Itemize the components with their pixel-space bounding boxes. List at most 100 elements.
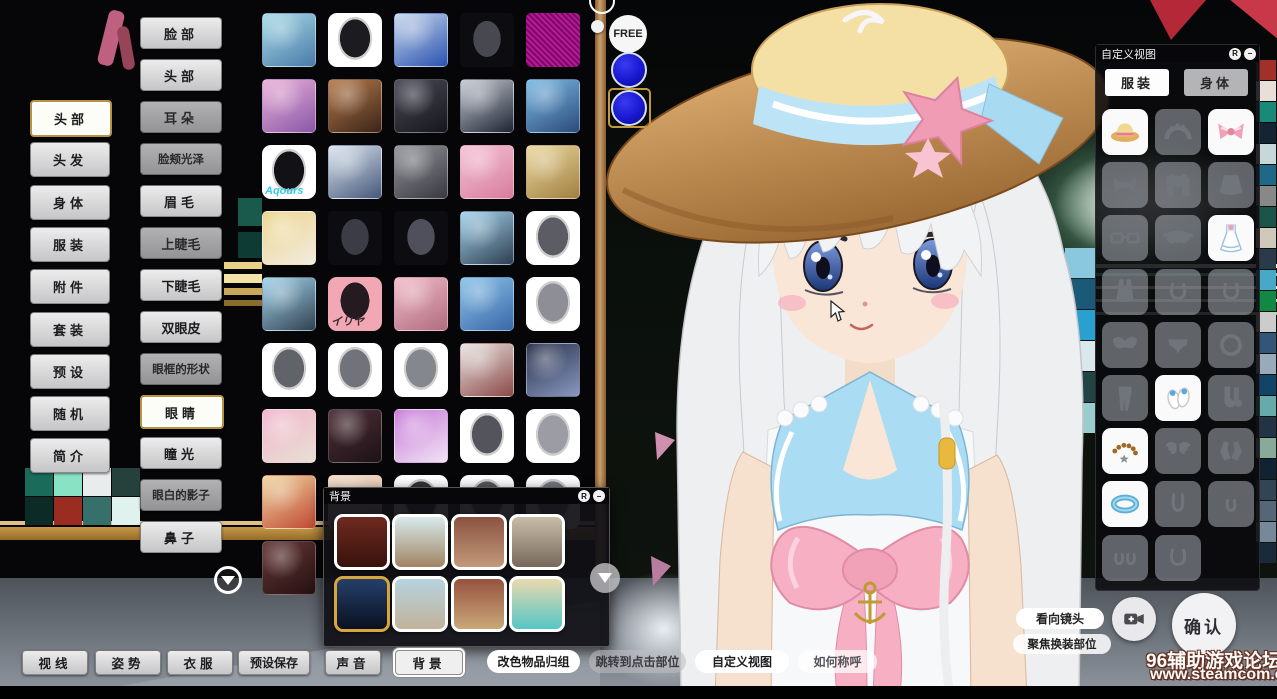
clothing-slot-gloves[interactable] bbox=[1208, 428, 1254, 474]
clothing-slot-piercing-double[interactable] bbox=[1102, 535, 1148, 581]
clothing-slot-pantyhose[interactable] bbox=[1102, 375, 1148, 421]
background-thumbnail[interactable] bbox=[334, 514, 390, 570]
eye-thumbnail[interactable] bbox=[526, 277, 580, 331]
eye-thumbnail[interactable] bbox=[262, 475, 316, 529]
sidebar-item-4[interactable]: 附件 bbox=[30, 269, 110, 304]
sidebar-item-2[interactable]: 身体 bbox=[30, 185, 110, 220]
clothing-slot-hair-bow[interactable] bbox=[1208, 109, 1254, 155]
subcategory-item-7[interactable]: 双眼皮 bbox=[140, 311, 222, 343]
bottombar-button-1[interactable]: 姿势 bbox=[95, 650, 161, 675]
background-thumbnail[interactable] bbox=[509, 576, 565, 632]
eye-thumbnail[interactable] bbox=[460, 13, 514, 67]
sidebar-item-6[interactable]: 预设 bbox=[30, 354, 110, 389]
eye-thumbnail[interactable] bbox=[526, 79, 580, 133]
sidebar-item-1[interactable]: 头发 bbox=[30, 142, 110, 177]
clothing-slot-piercing-nub[interactable] bbox=[1208, 481, 1254, 527]
eye-thumbnail[interactable] bbox=[262, 211, 316, 265]
clothing-slot-panties[interactable] bbox=[1155, 322, 1201, 368]
eye-thumbnail[interactable] bbox=[394, 79, 448, 133]
clothing-slot-straw-hat[interactable] bbox=[1102, 109, 1148, 155]
eye-thumbnail[interactable] bbox=[328, 145, 382, 199]
clothing-slot-piercing-u[interactable] bbox=[1208, 269, 1254, 315]
clothing-slot-piercing-u[interactable] bbox=[1155, 269, 1201, 315]
clothing-slot-bow-tie[interactable] bbox=[1102, 162, 1148, 208]
eye-thumbnail[interactable] bbox=[526, 145, 580, 199]
bottombar-button-3[interactable]: 预设保存 bbox=[238, 650, 310, 675]
subcategory-item-6[interactable]: 下睫毛 bbox=[140, 269, 222, 301]
eye-thumbnail[interactable] bbox=[394, 211, 448, 265]
clothing-slot-bra[interactable] bbox=[1102, 322, 1148, 368]
background-thumbnail[interactable] bbox=[392, 514, 448, 570]
clothing-slot-bead-chain[interactable] bbox=[1102, 428, 1148, 474]
eye-thumbnail[interactable]: Aqours bbox=[262, 145, 316, 199]
eye-thumbnail[interactable] bbox=[328, 343, 382, 397]
minimize-icon[interactable]: − bbox=[1244, 48, 1256, 60]
subcategory-item-4[interactable]: 眉毛 bbox=[140, 185, 222, 217]
clothing-slot-eye-mask[interactable] bbox=[1155, 215, 1201, 261]
custom-view-titlebar[interactable]: 自定义视图 R − bbox=[1096, 45, 1259, 62]
eye-thumbnail[interactable] bbox=[328, 211, 382, 265]
eye-thumbnail[interactable] bbox=[460, 409, 514, 463]
clothing-slot-dress[interactable] bbox=[1208, 215, 1254, 261]
subcategory-item-2[interactable]: 耳朵 bbox=[140, 101, 222, 133]
background-thumbnail[interactable] bbox=[509, 514, 565, 570]
sidebar-item-8[interactable]: 简介 bbox=[30, 438, 110, 473]
clothing-slot-headband[interactable] bbox=[1155, 109, 1201, 155]
grid-scroll-handle[interactable] bbox=[591, 20, 604, 33]
focus-part-button[interactable]: 聚焦换装部位 bbox=[1013, 634, 1111, 654]
background-thumbnail[interactable] bbox=[451, 576, 507, 632]
eye-thumbnail[interactable] bbox=[328, 13, 382, 67]
color-free-button[interactable]: FREE bbox=[609, 15, 647, 53]
subcategory-item-3[interactable]: 脸颊光泽 bbox=[140, 143, 222, 175]
eye-thumbnail[interactable] bbox=[262, 79, 316, 133]
subbar-scroll-down-button[interactable] bbox=[214, 566, 242, 594]
clothing-slot-jacket[interactable] bbox=[1155, 162, 1201, 208]
subcategory-item-12[interactable]: 鼻子 bbox=[140, 521, 222, 553]
subcategory-item-11[interactable]: 眼白的影子 bbox=[140, 479, 222, 511]
subcategory-item-8[interactable]: 眼框的形状 bbox=[140, 353, 222, 385]
eye-thumbnail[interactable] bbox=[262, 541, 316, 595]
eye-thumbnail[interactable] bbox=[328, 409, 382, 463]
sidebar-item-0[interactable]: 头部 bbox=[30, 100, 112, 137]
eye-thumbnail[interactable] bbox=[262, 277, 316, 331]
eye-thumbnail[interactable] bbox=[394, 343, 448, 397]
clothing-slot-piercing-u[interactable] bbox=[1155, 535, 1201, 581]
eye-thumbnail[interactable] bbox=[394, 145, 448, 199]
eye-thumbnail[interactable] bbox=[526, 211, 580, 265]
clothing-slot-slippers[interactable] bbox=[1155, 375, 1201, 421]
minimize-icon[interactable]: − bbox=[593, 490, 605, 502]
bottombar-button-0[interactable]: 视线 bbox=[22, 650, 88, 675]
bottombar-pill-0[interactable]: 改色物品归组 bbox=[487, 650, 580, 673]
look-at-camera-button[interactable]: 看向镜头 bbox=[1016, 608, 1104, 629]
subcategory-item-9[interactable]: 眼睛 bbox=[140, 395, 224, 429]
eye-thumbnail[interactable] bbox=[394, 13, 448, 67]
eye-thumbnail[interactable] bbox=[394, 409, 448, 463]
tab-clothing[interactable]: 服装 bbox=[1105, 69, 1169, 96]
eye-thumbnail[interactable] bbox=[262, 13, 316, 67]
bottombar-pill-1[interactable]: 跳转到点击部位 bbox=[589, 650, 686, 673]
sidebar-item-5[interactable]: 套装 bbox=[30, 312, 110, 347]
clothing-slot-glasses[interactable] bbox=[1102, 215, 1148, 261]
eye-thumbnail[interactable] bbox=[328, 79, 382, 133]
eye-thumbnail[interactable] bbox=[460, 79, 514, 133]
bottombar-pill-2[interactable]: 自定义视图 bbox=[695, 650, 789, 673]
bottombar-button-2[interactable]: 衣服 bbox=[167, 650, 233, 675]
subcategory-item-1[interactable]: 头部 bbox=[140, 59, 222, 91]
reset-badge[interactable]: R bbox=[578, 490, 590, 502]
background-popup-titlebar[interactable]: 背景 R − bbox=[324, 488, 609, 504]
clothing-slot-wings[interactable] bbox=[1155, 428, 1201, 474]
eye-thumbnail[interactable] bbox=[394, 277, 448, 331]
clothing-slot-skirt[interactable] bbox=[1208, 162, 1254, 208]
eye-thumbnail[interactable] bbox=[460, 145, 514, 199]
screenshot-button[interactable] bbox=[1112, 597, 1156, 641]
bottombar-button-5[interactable]: 背景 bbox=[395, 650, 463, 675]
bottombar-pill-3[interactable]: 如何称呼 bbox=[798, 650, 877, 673]
subcategory-item-5[interactable]: 上睫毛 bbox=[140, 227, 222, 259]
sidebar-item-7[interactable]: 随机 bbox=[30, 396, 110, 431]
reset-badge[interactable]: R bbox=[1229, 48, 1241, 60]
background-thumbnail[interactable] bbox=[451, 514, 507, 570]
clothing-slot-swimsuit[interactable] bbox=[1102, 269, 1148, 315]
clothing-slot-piercing-hook[interactable] bbox=[1155, 481, 1201, 527]
eye-thumbnail[interactable] bbox=[262, 409, 316, 463]
sidebar-item-3[interactable]: 服装 bbox=[30, 227, 110, 262]
